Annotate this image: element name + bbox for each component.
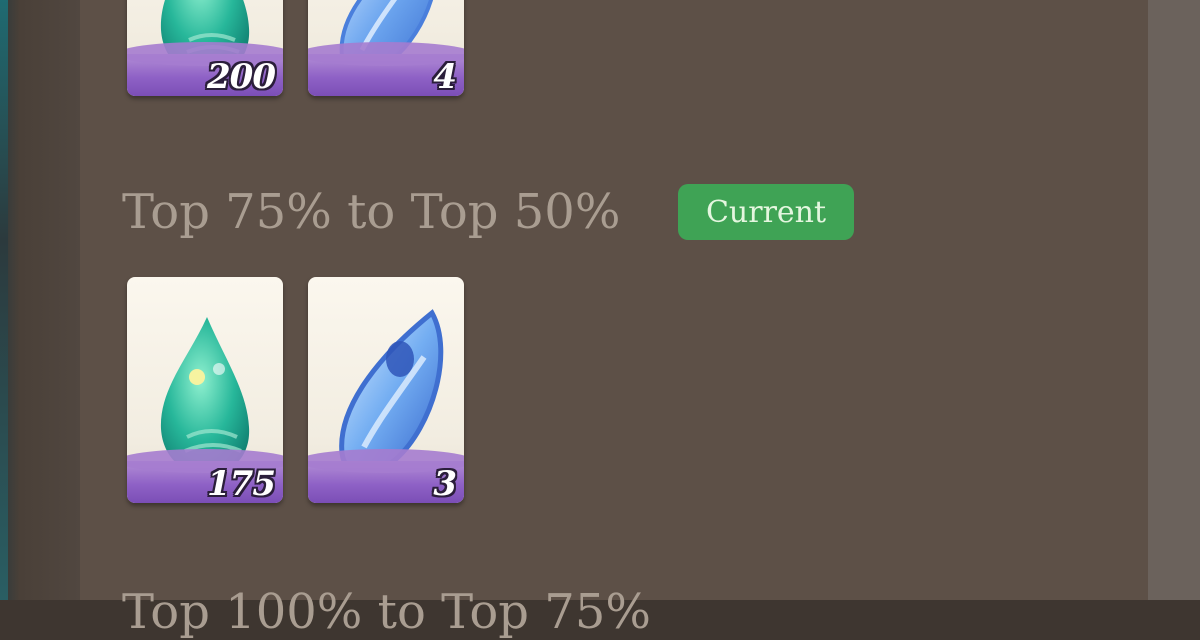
- reward-card[interactable]: 200: [127, 0, 283, 96]
- reward-quantity: 175: [207, 464, 276, 503]
- background-left-edge: [0, 0, 80, 600]
- reward-card[interactable]: 4: [308, 0, 464, 96]
- tier-title: Top 100% to Top 75%: [122, 584, 651, 640]
- background-strip: [0, 0, 8, 600]
- current-badge: Current: [678, 184, 854, 240]
- tier-title: Top 75% to Top 50%: [122, 184, 621, 240]
- background-right-edge: [1148, 0, 1200, 600]
- reward-quantity: 200: [207, 57, 276, 96]
- reward-card[interactable]: 3: [308, 277, 464, 503]
- reward-quantity: 3: [433, 464, 457, 503]
- reward-quantity: 4: [433, 57, 457, 96]
- reward-card[interactable]: 175: [127, 277, 283, 503]
